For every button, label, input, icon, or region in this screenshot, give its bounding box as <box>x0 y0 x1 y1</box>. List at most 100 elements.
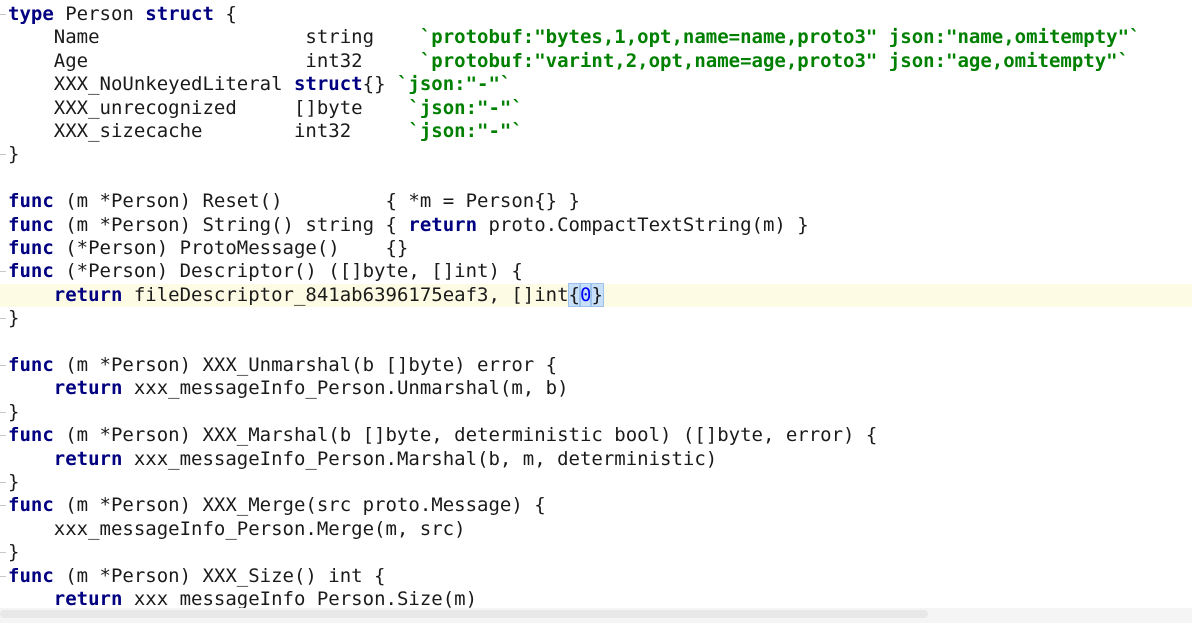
code-text: return xxx_messageInfo_Person.Marshal(b,… <box>8 448 717 471</box>
code-token: } <box>8 471 20 493</box>
code-text: func (m *Person) XXX_Unmarshal(b []byte)… <box>8 354 557 377</box>
code-token: xxx_messageInfo_Person.Merge(m, src) <box>8 517 466 540</box>
keyword-token: struct <box>145 3 214 25</box>
code-text: func (m *Person) String() string { retur… <box>8 214 809 237</box>
code-text: XXX_NoUnkeyedLiteral struct{} `json:"-"` <box>8 73 512 96</box>
code-text: return fileDescriptor_841ab6396175eaf3, … <box>8 282 604 307</box>
code-line[interactable]: func (m *Person) String() string { retur… <box>0 214 1192 237</box>
string-token: `protobuf:"varint,2,opt,name=age,proto3"… <box>419 49 1130 72</box>
code-token: xxx_messageInfo_Person.Size(m) <box>122 588 478 610</box>
keyword-token: func <box>8 354 54 376</box>
code-token: { <box>567 282 582 307</box>
code-token: xxx_messageInfo_Person.Marshal(b, m, det… <box>122 447 718 470</box>
fold-marker-icon[interactable] <box>0 8 7 22</box>
horizontal-scrollbar-thumb[interactable] <box>0 610 928 618</box>
code-line[interactable]: } <box>0 401 1192 424</box>
code-token: proto.CompactTextString(m) } <box>477 213 809 236</box>
code-line[interactable]: xxx_messageInfo_Person.Merge(m, src) <box>0 518 1192 541</box>
code-token: xxx_messageInfo_Person.Unmarshal(m, b) <box>122 377 569 400</box>
code-line[interactable]: XXX_unrecognized []byte `json:"-"` <box>0 97 1192 120</box>
keyword-token: return <box>408 213 478 236</box>
fold-marker-icon[interactable] <box>0 429 7 443</box>
keyword-token: func <box>8 213 54 236</box>
code-line-current[interactable]: return fileDescriptor_841ab6396175eaf3, … <box>0 282 1192 308</box>
code-token: (*Person) Descriptor() ([]byte, []int) { <box>53 260 523 283</box>
code-token: } <box>8 400 20 423</box>
code-text: } <box>8 307 19 330</box>
keyword-token: func <box>8 424 54 447</box>
code-token: Name string <box>8 26 420 49</box>
code-text: Age int32 `protobuf:"varint,2,opt,name=a… <box>8 50 1129 73</box>
code-token: XXX_NoUnkeyedLiteral <box>8 73 294 96</box>
code-token: (m *Person) XXX_Unmarshal(b []byte) erro… <box>53 354 558 376</box>
code-text: } <box>8 401 19 424</box>
code-line[interactable]: XXX_sizecache int32 `json:"-"` <box>0 120 1192 143</box>
code-line[interactable]: type Person struct { <box>0 3 1192 26</box>
code-line[interactable]: func (*Person) Descriptor() ([]byte, []i… <box>0 260 1192 283</box>
fold-marker-icon[interactable] <box>0 312 7 326</box>
keyword-token: type <box>8 3 54 25</box>
code-text: XXX_unrecognized []byte `json:"-"` <box>8 97 523 120</box>
code-line[interactable] <box>0 331 1192 354</box>
code-line[interactable]: func (m *Person) Reset() { *m = Person{}… <box>0 190 1192 213</box>
code-text: } <box>8 471 19 494</box>
code-token: XXX_unrecognized []byte <box>8 96 409 119</box>
keyword-token: func <box>8 564 54 587</box>
fold-marker-icon[interactable] <box>0 359 7 373</box>
string-token: `json:"-"` <box>408 120 523 142</box>
fold-marker-icon[interactable] <box>0 265 7 279</box>
keyword-token: return <box>53 447 123 470</box>
code-line[interactable]: func (m *Person) XXX_Size() int { <box>0 565 1192 588</box>
code-token: { <box>213 3 237 25</box>
fold-marker-icon[interactable] <box>0 148 7 162</box>
fold-marker-icon[interactable] <box>0 499 7 513</box>
code-line[interactable]: func (*Person) ProtoMessage() {} <box>0 237 1192 260</box>
code-token: (m *Person) Reset() { *m = Person{} } <box>53 190 580 213</box>
code-token: } <box>590 282 604 307</box>
code-token: Person <box>53 3 146 25</box>
code-token: (m *Person) XXX_Marshal(b []byte, determ… <box>53 424 878 447</box>
code-line[interactable]: return xxx_messageInfo_Person.Marshal(b,… <box>0 448 1192 471</box>
code-editor[interactable]: type Person struct { Name string `protob… <box>0 0 1192 623</box>
code-text: } <box>8 143 19 166</box>
string-token: `json:"-"` <box>408 96 523 119</box>
code-line[interactable]: } <box>0 143 1192 166</box>
fold-marker-icon[interactable] <box>0 546 7 560</box>
code-line[interactable]: func (m *Person) XXX_Marshal(b []byte, d… <box>0 424 1192 447</box>
keyword-token: func <box>8 494 54 517</box>
code-line[interactable]: return xxx_messageInfo_Person.Unmarshal(… <box>0 377 1192 400</box>
code-token: (*Person) ProtoMessage() {} <box>53 237 409 259</box>
keyword-token: struct <box>293 73 363 96</box>
code-line[interactable]: } <box>0 471 1192 494</box>
fold-marker-icon[interactable] <box>0 406 7 420</box>
code-text: } <box>8 541 19 564</box>
code-line[interactable]: func (m *Person) XXX_Merge(src proto.Mes… <box>0 494 1192 517</box>
string-token: `protobuf:"bytes,1,opt,name=name,proto3"… <box>419 26 1141 49</box>
code-token: Age int32 <box>8 49 420 72</box>
code-line[interactable]: Name string `protobuf:"bytes,1,opt,name=… <box>0 26 1192 49</box>
code-text: func (*Person) Descriptor() ([]byte, []i… <box>8 260 523 283</box>
code-text: Name string `protobuf:"bytes,1,opt,name=… <box>8 26 1141 49</box>
code-text: func (*Person) ProtoMessage() {} <box>8 237 408 260</box>
code-text: func (m *Person) XXX_Marshal(b []byte, d… <box>8 424 877 447</box>
code-line[interactable] <box>0 167 1192 190</box>
code-text: type Person struct { <box>8 3 237 26</box>
code-line[interactable]: } <box>0 541 1192 564</box>
code-text: func (m *Person) XXX_Merge(src proto.Mes… <box>8 494 546 517</box>
code-token: (m *Person) XXX_Size() int { <box>53 564 386 587</box>
code-line[interactable]: Age int32 `protobuf:"varint,2,opt,name=a… <box>0 50 1192 73</box>
string-token: `json:"-"` <box>396 73 512 96</box>
code-token: XXX_sizecache int32 <box>8 120 409 142</box>
code-token: 0 <box>578 282 593 307</box>
code-line[interactable]: XXX_NoUnkeyedLiteral struct{} `json:"-"` <box>0 73 1192 96</box>
keyword-token: return <box>53 377 123 400</box>
code-line[interactable]: } <box>0 307 1192 330</box>
fold-marker-icon[interactable] <box>0 570 7 584</box>
fold-marker-icon[interactable] <box>0 476 7 490</box>
code-line[interactable]: func (m *Person) XXX_Unmarshal(b []byte)… <box>0 354 1192 377</box>
code-text: func (m *Person) Reset() { *m = Person{}… <box>8 190 580 213</box>
code-text: xxx_messageInfo_Person.Merge(m, src) <box>8 518 466 541</box>
